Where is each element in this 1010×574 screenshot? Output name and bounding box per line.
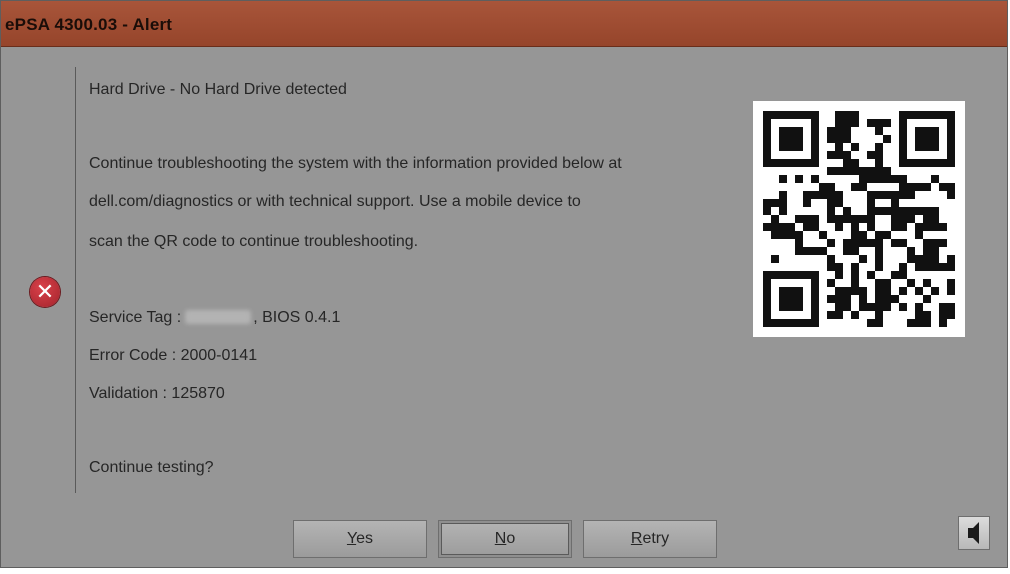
yes-label: es xyxy=(356,530,374,547)
error-icon: ✕ xyxy=(30,277,60,307)
speaker-icon[interactable] xyxy=(958,516,990,550)
window-title: ePSA 4300.03 - Alert xyxy=(5,15,173,34)
message-line-3: scan the QR code to continue troubleshoo… xyxy=(89,233,419,250)
separator-line xyxy=(75,67,76,493)
service-tag-label: Service Tag : xyxy=(89,309,182,326)
service-tag-redacted xyxy=(185,310,252,324)
retry-button[interactable]: Retry xyxy=(583,520,717,558)
title-bar: ePSA 4300.03 - Alert xyxy=(1,1,1007,47)
error-headline: Hard Drive - No Hard Drive detected xyxy=(89,81,347,98)
bios-version: , BIOS 0.4.1 xyxy=(253,309,341,326)
qr-code xyxy=(753,101,965,337)
retry-label: etry xyxy=(642,530,670,547)
alert-dialog: ePSA 4300.03 - Alert ✕ Hard Drive - No H… xyxy=(0,0,1008,568)
service-tag-line: Service Tag : , BIOS 0.4.1 xyxy=(89,309,340,327)
no-accelerator: N xyxy=(494,530,507,547)
retry-accelerator: R xyxy=(630,530,643,547)
yes-button[interactable]: Yes xyxy=(293,520,427,558)
message-line-1: Continue troubleshooting the system with… xyxy=(89,155,622,172)
validation-code: Validation : 125870 xyxy=(89,385,225,402)
yes-accelerator: Y xyxy=(346,530,357,547)
no-label: o xyxy=(506,530,516,547)
error-code: Error Code : 2000-0141 xyxy=(89,347,258,364)
no-button[interactable]: No xyxy=(438,520,572,558)
message-line-2: dell.com/diagnostics or with technical s… xyxy=(89,193,581,210)
continue-prompt: Continue testing? xyxy=(89,459,214,476)
